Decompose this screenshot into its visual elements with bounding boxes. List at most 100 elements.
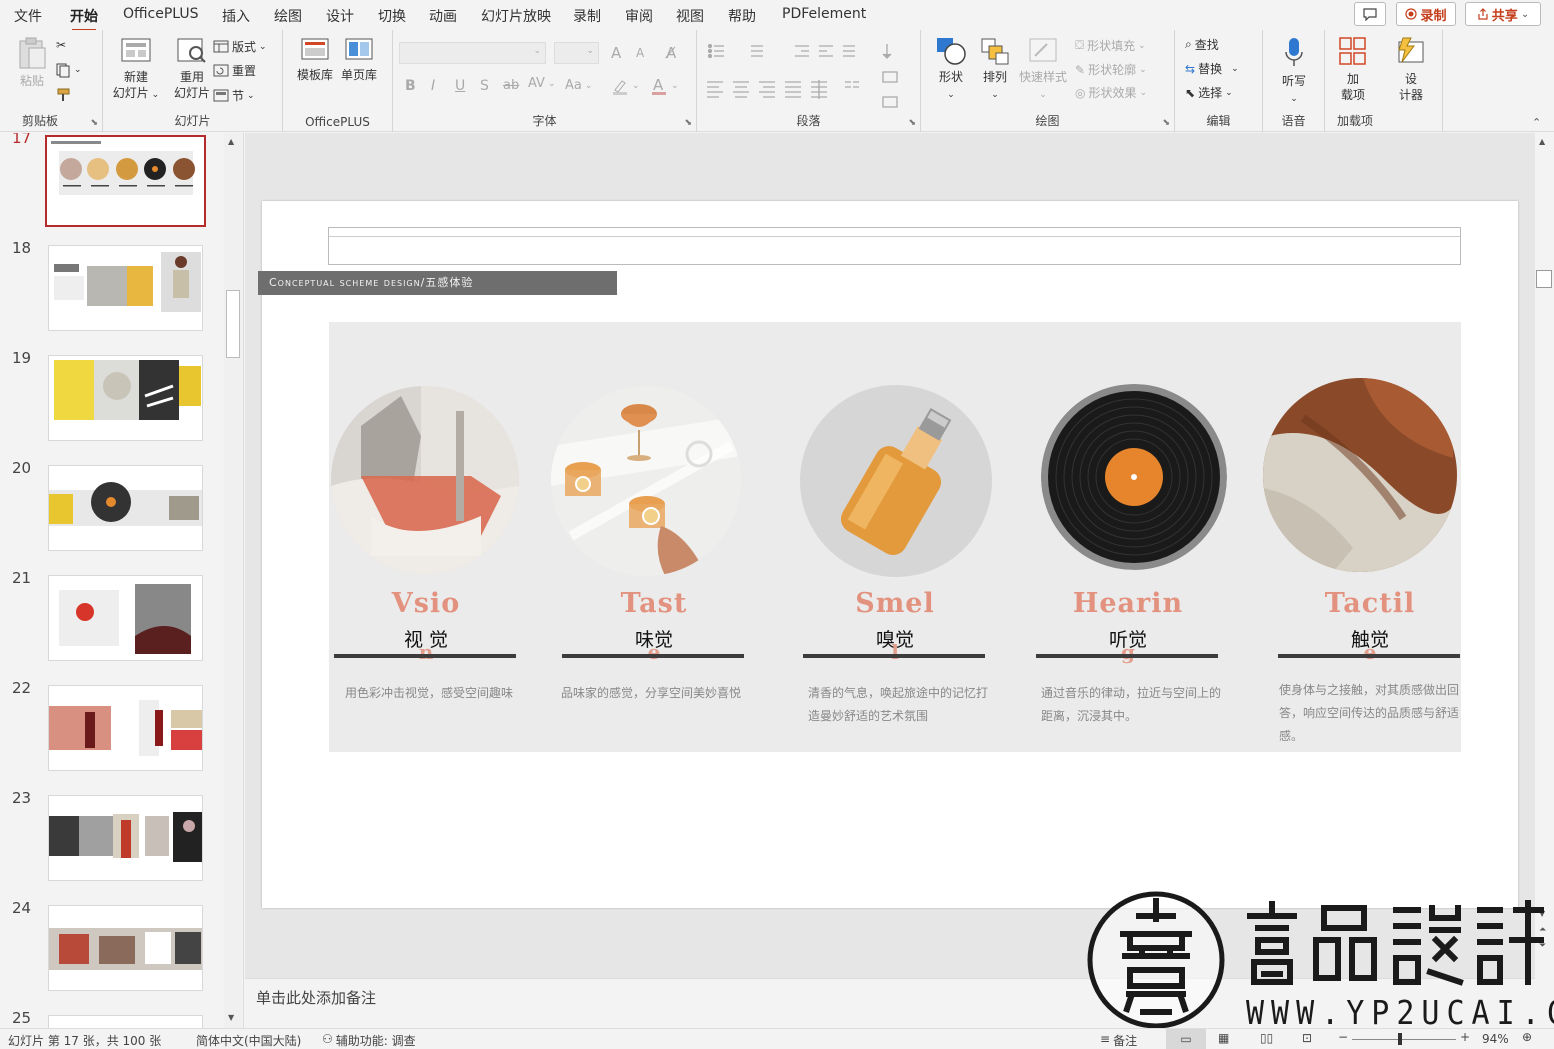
sense-title-taste: Tast	[559, 588, 749, 619]
thumb-slide-23[interactable]	[48, 795, 203, 881]
clear-format-icon[interactable]: A̸	[666, 44, 676, 62]
thumb-slide-17[interactable]	[45, 135, 206, 227]
previous-slide-icon[interactable]: ⏶	[1539, 925, 1546, 935]
font-name-select[interactable]: ⌄	[399, 42, 546, 64]
slide-17[interactable]: Conceptual scheme design/五感体验 Vsio 视 觉 n…	[258, 201, 1518, 908]
tab-slideshow[interactable]: 幻灯片放映	[481, 6, 551, 26]
drawing-dialog-launcher-icon[interactable]: ⬊	[1162, 118, 1170, 128]
shape-fill-button[interactable]: ⛋ 形状填充 ⌄	[1075, 37, 1146, 54]
canvas-scrollbar[interactable]: ▲ ▼ ⏶ ⏷	[1535, 133, 1554, 1028]
notes-toggle-button[interactable]: ≡ 备注	[1100, 1032, 1137, 1049]
arrange-button[interactable]: 排列 ⌄	[975, 36, 1015, 103]
grow-font-button[interactable]: A	[611, 44, 621, 62]
tab-record[interactable]: 录制	[573, 6, 601, 26]
tab-view[interactable]: 视图	[676, 6, 704, 26]
shadow-button[interactable]: S	[480, 78, 489, 94]
shrink-font-button[interactable]: A	[636, 46, 644, 60]
addins-button[interactable]: 加 载项	[1331, 36, 1375, 103]
bold-button[interactable]: B	[405, 78, 416, 94]
paste-button[interactable]: 粘贴	[14, 36, 50, 89]
shapes-button[interactable]: 形状 ⌄	[931, 36, 971, 103]
shape-outline-button[interactable]: ✎ 形状轮廓 ⌄	[1075, 61, 1147, 78]
thumb-slide-24[interactable]	[48, 905, 203, 991]
scroll-up-icon[interactable]: ▲	[1539, 137, 1545, 146]
italic-button[interactable]: I	[431, 78, 435, 94]
thumb-slide-19[interactable]	[48, 355, 203, 441]
new-slide-button[interactable]: 新建 幻灯片 ⌄	[111, 36, 161, 103]
accessibility-button[interactable]: ⚇ 辅助功能: 调查	[322, 1032, 416, 1049]
reading-view-icon[interactable]: ▯▯	[1260, 1031, 1273, 1045]
quick-styles-button[interactable]: 快速样式 ⌄	[1017, 36, 1069, 103]
dictate-button[interactable]: 听写 ⌄	[1274, 36, 1314, 107]
fit-to-window-icon[interactable]: ⊕	[1522, 1030, 1532, 1044]
template-library-button[interactable]: 模板库	[295, 36, 335, 83]
title-placeholder[interactable]	[328, 227, 1461, 265]
tab-review[interactable]: 审阅	[625, 6, 653, 26]
sense-desc-taste: 品味家的感觉，分享空间美妙喜悦	[561, 686, 742, 700]
slideshow-icon[interactable]: ⊡	[1302, 1031, 1312, 1045]
notes-pane[interactable]: 单击此处添加备注	[245, 978, 1535, 1028]
tab-transitions[interactable]: 切换	[378, 6, 406, 26]
tab-officeplus[interactable]: OfficePLUS	[123, 6, 199, 22]
shape-effects-button[interactable]: ◎ 形状效果 ⌄	[1075, 84, 1147, 101]
scroll-down-icon[interactable]: ▼	[228, 1013, 234, 1022]
tab-file[interactable]: 文件	[14, 6, 42, 26]
scroll-down-icon[interactable]: ▼	[1539, 909, 1545, 918]
reuse-slide-button[interactable]: 重用 幻灯片	[167, 36, 217, 101]
highlight-icon[interactable]: ⌄	[611, 77, 640, 95]
tab-draw[interactable]: 绘图	[274, 6, 302, 26]
paragraph-dialog-launcher-icon[interactable]: ⬊	[908, 118, 916, 128]
share-button[interactable]: 共享 ⌄	[1465, 2, 1541, 26]
comments-button[interactable]	[1354, 2, 1386, 26]
language-indicator[interactable]: 简体中文(中国大陆)	[196, 1032, 301, 1049]
replace-button[interactable]: ⇆ 替换 ⌄	[1185, 60, 1239, 77]
tab-design[interactable]: 设计	[326, 6, 354, 26]
scrollbar-thumb[interactable]	[226, 290, 240, 358]
tab-insert[interactable]: 插入	[222, 6, 250, 26]
thumbnail-scrollbar[interactable]: ▲ ▼	[224, 133, 242, 1028]
scroll-up-icon[interactable]: ▲	[228, 137, 234, 146]
slide-sorter-icon[interactable]: ▦	[1218, 1031, 1229, 1045]
notes-placeholder[interactable]: 单击此处添加备注	[256, 987, 376, 1008]
thumb-slide-20[interactable]	[48, 465, 203, 551]
thumb-slide-22[interactable]	[48, 685, 203, 771]
select-button[interactable]: ⬉ 选择 ⌄	[1185, 84, 1233, 101]
strikethrough-button[interactable]: ab	[503, 78, 519, 93]
record-button[interactable]: 录制	[1396, 2, 1456, 26]
zoom-out-icon[interactable]: −	[1338, 1030, 1348, 1044]
font-dialog-launcher-icon[interactable]: ⬊	[684, 118, 692, 128]
section-button[interactable]: 节 ⌄	[213, 87, 255, 104]
sense-underline	[562, 654, 744, 658]
find-button[interactable]: ⌕ 查找	[1185, 36, 1219, 53]
font-size-select[interactable]: ⌄	[554, 42, 599, 64]
collapse-ribbon-icon[interactable]: ⌃	[1532, 116, 1541, 129]
tab-help[interactable]: 帮助	[728, 6, 756, 26]
dialog-launcher-icon[interactable]: ⬊	[90, 118, 98, 128]
zoom-slider-handle[interactable]	[1398, 1033, 1402, 1045]
copy-icon[interactable]: ⌄	[55, 62, 82, 78]
font-color-icon[interactable]: A ⌄	[650, 76, 679, 96]
thumb-slide-18[interactable]	[48, 245, 203, 331]
zoom-in-icon[interactable]: +	[1460, 1030, 1470, 1044]
single-page-library-button[interactable]: 单页库	[339, 36, 379, 83]
normal-view-icon[interactable]: ▭	[1166, 1029, 1206, 1049]
tab-home[interactable]: 开始	[70, 6, 98, 32]
char-spacing-button[interactable]: AV ⌄	[528, 76, 556, 91]
scrollbar-thumb[interactable]	[1536, 270, 1552, 288]
change-case-button[interactable]: Aa ⌄	[565, 78, 592, 93]
designer-button[interactable]: 设 计器	[1389, 36, 1433, 103]
bullets-icon[interactable]	[707, 42, 907, 122]
zoom-level[interactable]: 94%	[1482, 1032, 1509, 1046]
next-slide-icon[interactable]: ⏷	[1539, 941, 1546, 951]
tab-pdfelement[interactable]: PDFelement	[782, 6, 866, 22]
reset-button[interactable]: 重置	[213, 62, 256, 79]
thumb-slide-21[interactable]	[48, 575, 203, 661]
tab-animations[interactable]: 动画	[429, 6, 457, 26]
underline-button[interactable]: U	[455, 78, 465, 94]
layout-button[interactable]: 版式 ⌄	[213, 38, 267, 55]
layout-icon	[213, 40, 229, 53]
cut-icon[interactable]: ✂	[56, 38, 66, 52]
zoom-slider[interactable]	[1352, 1039, 1456, 1040]
format-painter-icon[interactable]	[55, 87, 73, 103]
thumb-slide-25[interactable]	[48, 1015, 203, 1028]
